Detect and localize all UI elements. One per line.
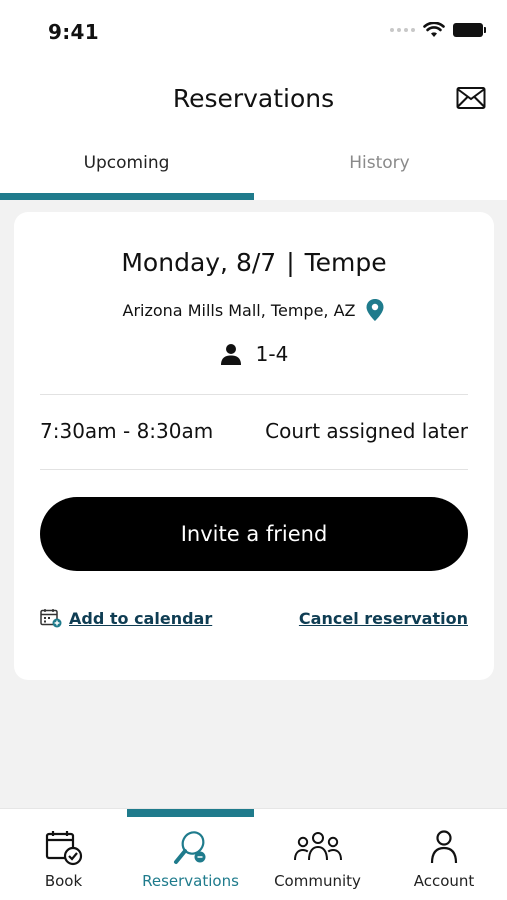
reservation-address: Arizona Mills Mall, Tempe, AZ <box>122 300 356 320</box>
reservation-date: Monday, 8/7 <box>121 248 277 277</box>
tab-active-indicator <box>0 193 254 200</box>
status-bar: 9:41 <box>0 0 507 62</box>
divider <box>40 469 468 470</box>
battery-icon <box>453 23 486 37</box>
nav-item-reservations[interactable]: Reservations <box>127 809 254 900</box>
player-count: 1-4 <box>255 342 289 366</box>
divider <box>40 394 468 395</box>
wifi-icon <box>423 22 445 37</box>
nav-label-reservations: Reservations <box>142 872 239 890</box>
action-links: Add to calendar Cancel reservation <box>40 608 468 628</box>
nav-item-book[interactable]: Book <box>0 809 127 900</box>
tab-bar: Upcoming History <box>0 138 507 200</box>
nav-item-community[interactable]: Community <box>254 809 381 900</box>
person-icon <box>220 344 241 365</box>
status-icons <box>390 22 486 38</box>
paddle-icon <box>173 831 205 864</box>
invite-friend-button[interactable]: Invite a friend <box>40 497 468 571</box>
nav-item-account[interactable]: Account <box>381 809 507 900</box>
add-to-calendar-label[interactable]: Add to calendar <box>69 609 212 628</box>
page-title: Reservations <box>172 84 335 113</box>
players-row: 1-4 <box>14 342 494 366</box>
reservation-city: Tempe <box>304 248 387 277</box>
cancel-reservation-link[interactable]: Cancel reservation <box>299 609 468 628</box>
reservation-card: Monday, 8/7 | Tempe Arizona Mills Mall, Te… <box>14 212 494 680</box>
signal-icon <box>390 28 415 32</box>
mail-icon[interactable] <box>456 86 486 110</box>
group-icon <box>293 832 342 861</box>
tab-history[interactable]: History <box>253 138 506 200</box>
reservation-heading: Monday, 8/7 | Tempe <box>14 248 494 277</box>
nav-label-account: Account <box>413 872 475 890</box>
court-assignment: Court assigned later <box>265 419 468 443</box>
map-pin-icon[interactable] <box>365 298 385 322</box>
nav-label-book: Book <box>44 872 83 890</box>
location-row: Arizona Mills Mall, Tempe, AZ <box>14 298 494 322</box>
status-time: 9:41 <box>48 20 99 44</box>
time-row: 7:30am - 8:30am Court assigned later <box>40 419 468 443</box>
add-to-calendar-link[interactable]: Add to calendar <box>40 608 212 628</box>
nav-label-community: Community <box>274 872 361 890</box>
tab-upcoming[interactable]: Upcoming <box>0 138 253 200</box>
calendar-add-icon <box>40 609 62 628</box>
calendar-check-icon <box>45 831 82 866</box>
bottom-nav: Book Reservations Community Account <box>0 808 507 900</box>
account-icon <box>430 830 458 864</box>
reservation-time: 7:30am - 8:30am <box>40 419 214 443</box>
heading-separator: | <box>286 248 295 277</box>
header: Reservations <box>0 62 507 138</box>
